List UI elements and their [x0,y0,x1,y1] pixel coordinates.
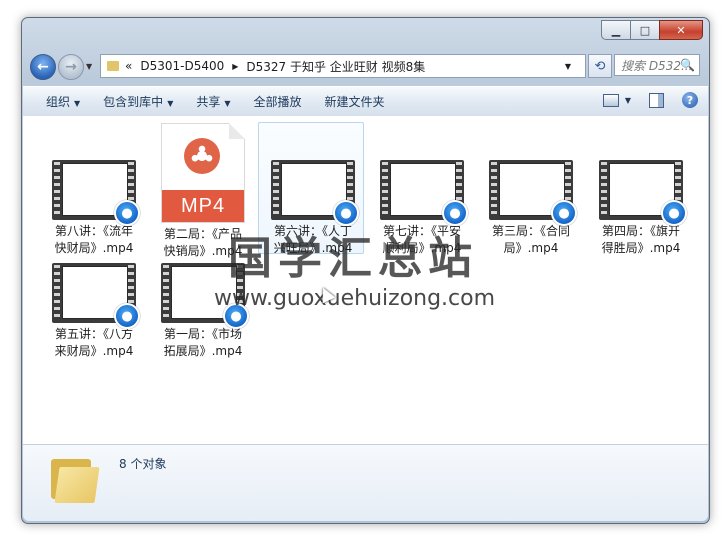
search-icon[interactable]: 🔍 [680,58,695,72]
video-thumbnail-icon: ● [489,160,577,226]
share-button[interactable]: 共享 ▼ [196,93,230,110]
item-count: 8 个对象 [119,457,167,471]
mp4-label: MP4 [162,190,244,222]
recent-pages-dropdown-icon[interactable]: ▼ [86,62,92,71]
chevron-down-icon: ▼ [224,99,231,108]
include-in-library-label: 包含到库中 [103,95,164,109]
video-thumbnail-icon: ● [52,263,140,329]
navigation-bar: ← → ▼ « D5301-D5400 ▶ D5327 于知乎 企业旺财 视频8… [30,52,701,82]
media-player-icon: ● [551,200,577,226]
media-player-icon: ● [661,200,687,226]
details-pane: 8 个对象 [23,445,708,521]
chevron-down-icon[interactable]: ▼ [565,62,571,71]
mp4-file-icon: MP4 [161,123,245,223]
watermark-title: 国学汇总站 [228,233,478,284]
file-item[interactable]: ● 第三局：《合同 局》.mp4 [479,160,583,257]
organize-label: 组织 [46,95,71,109]
maximize-button[interactable]: □ [630,20,660,40]
file-name-line: 来财局》.mp4 [54,344,134,358]
breadcrumb-overflow[interactable]: « [125,59,132,73]
chevron-down-icon: ▼ [74,99,81,108]
back-button[interactable]: ← [30,54,56,80]
refresh-icon[interactable]: ⟲ [588,54,612,78]
media-player-icon: ● [114,303,140,329]
file-name-line: 快财局》.mp4 [54,241,134,255]
file-item[interactable]: ● 第八讲：《流年 快财局》.mp4 [42,160,146,257]
video-thumbnail-icon: ● [380,160,468,226]
caption-buttons: ▁ □ ✕ [601,20,703,40]
include-in-library-button[interactable]: 包含到库中 ▼ [103,93,173,110]
minimize-button[interactable]: ▁ [601,20,631,40]
new-folder-button[interactable]: 新建文件夹 [325,93,385,110]
search-input[interactable]: 搜索 D532... 🔍 [614,54,700,76]
media-player-icon: ● [114,200,140,226]
chevron-right-icon[interactable]: ▶ [232,62,238,71]
breadcrumb-item-current[interactable]: D5327 于知乎 企业旺财 视频8集 [246,58,425,75]
chevron-down-icon[interactable]: ▼ [625,96,631,105]
play-all-button[interactable]: 全部播放 [254,93,302,110]
film-reel-icon [184,138,220,174]
file-item[interactable]: ● 第四局：《旗开 得胜局》.mp4 [589,160,693,257]
command-bar: 组织 ▼ 包含到库中 ▼ 共享 ▼ 全部播放 新建文件夹 ▼ ? [23,86,708,117]
file-item[interactable]: ● 第五讲：《八方 来财局》.mp4 [42,263,146,360]
file-name-line: 拓展局》.mp4 [163,344,243,358]
change-view-icon[interactable] [602,93,619,107]
forward-button[interactable]: → [58,54,84,80]
video-thumbnail-icon: ● [52,160,140,226]
file-name-line: 局》.mp4 [503,241,559,255]
help-icon[interactable]: ? [682,92,698,108]
preview-pane-icon[interactable] [649,92,664,108]
video-thumbnail-icon: ● [271,160,359,226]
chevron-down-icon: ▼ [167,99,174,108]
breadcrumb-item-parent[interactable]: D5301-D5400 [140,59,224,73]
address-bar[interactable]: « D5301-D5400 ▶ D5327 于知乎 企业旺财 视频8集 ▼ [100,54,586,78]
folder-icon [107,61,119,71]
close-button[interactable]: ✕ [659,20,703,40]
watermark-url: www.guoxuehuizong.com [214,286,496,311]
share-label: 共享 [196,95,221,109]
video-thumbnail-icon: ● [599,160,687,226]
organize-button[interactable]: 组织 ▼ [46,93,80,110]
file-name-line: 得胜局》.mp4 [601,241,681,255]
folder-icon [51,453,100,503]
